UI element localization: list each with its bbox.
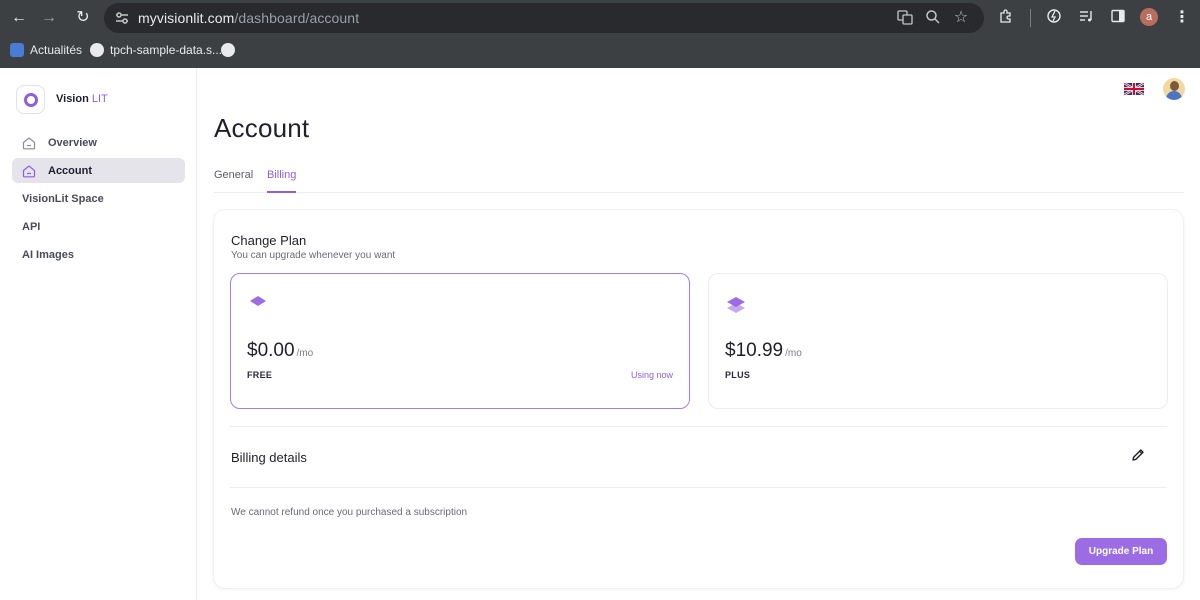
bookmark-label: tpch-sample-data.s... [110,43,223,57]
performance-icon[interactable] [1044,8,1064,28]
uk-flag-icon[interactable] [1124,83,1144,95]
globe-icon [221,43,235,57]
tab-bar: General Billing [214,164,1184,193]
home-icon [22,136,36,149]
app-name-main: Vision [56,93,89,105]
news-icon [10,43,24,57]
media-control-icon[interactable] [1076,8,1096,28]
sidebar-item-api[interactable]: API [12,214,185,239]
change-plan-title: Change Plan [231,233,307,248]
app-name-suffix: LIT [91,93,108,105]
bookmarks-bar: Actualités tpch-sample-data.s... [0,38,1200,62]
url-host: myvisionlit.com [138,10,235,26]
toolbar-separator [1030,9,1031,27]
bookmark-star-icon[interactable]: ☆ [952,9,970,27]
bookmark-label: Actualités [30,43,83,57]
app-name: Vision LIT [56,93,108,105]
url-path: /dashboard/account [234,10,360,26]
price-value: $10.99 [725,340,784,361]
browser-toolbar: ← → ↻ myvisionlit.com/dashboard/account … [0,0,1200,36]
billing-details-title: Billing details [231,450,307,465]
plan-price: $0.00/mo [247,340,313,362]
address-bar[interactable]: myvisionlit.com/dashboard/account ☆ [104,3,984,33]
url-text[interactable]: myvisionlit.com/dashboard/account [138,3,359,33]
plan-card-plus[interactable]: $10.99/mo PLUS [708,273,1168,409]
sidebar-item-label: AI Images [22,248,74,261]
menu-kebab-icon[interactable]: ⋮ [1172,8,1192,28]
bookmark-actualites[interactable]: Actualités [10,41,82,59]
avatar-head [1170,81,1179,91]
side-panel-icon[interactable] [1108,8,1128,28]
price-value: $0.00 [247,340,295,361]
plan-status-badge: Using now [630,370,673,380]
avatar-body [1166,91,1182,100]
forward-icon[interactable]: → [38,7,60,29]
tab-billing[interactable]: Billing [267,169,297,193]
sidebar-item-ai-images[interactable]: AI Images [12,242,185,267]
browser-chrome: ← → ↻ myvisionlit.com/dashboard/account … [0,0,1200,68]
upgrade-plan-button[interactable]: Upgrade Plan [1075,538,1167,565]
section-divider [230,426,1167,427]
single-layer-icon [250,296,266,306]
price-period: /mo [296,348,314,359]
sidebar-item-label: Account [48,164,92,177]
home-icon [22,164,36,177]
stacked-layers-icon [727,297,745,313]
refund-note: We cannot refund once you purchased a su… [231,507,468,518]
change-plan-subtitle: You can upgrade whenever you want [231,250,396,261]
zoom-icon[interactable] [924,9,942,27]
bookmark-tpch[interactable]: tpch-sample-data.s... [90,41,222,59]
profile-avatar[interactable]: a [1140,8,1158,26]
logo-ring-icon [24,93,38,107]
back-icon[interactable]: ← [8,7,30,29]
sidebar-item-label: VisionLit Space [22,192,104,205]
user-avatar[interactable] [1163,78,1185,100]
site-settings-icon[interactable] [114,10,130,26]
pencil-edit-icon[interactable] [1131,448,1145,462]
sidebar-item-visionlit-space[interactable]: VisionLit Space [12,186,185,211]
page-title: Account [214,113,310,143]
plan-card-free[interactable]: $0.00/mo FREE Using now [230,273,690,409]
sidebar-item-label: Overview [48,136,97,149]
app-logo[interactable] [16,85,45,114]
tab-general[interactable]: General [214,169,253,193]
price-period: /mo [785,348,802,359]
plan-name: FREE [247,370,273,380]
billing-card: Change Plan You can upgrade whenever you… [213,209,1184,589]
reload-icon[interactable]: ↻ [72,7,94,29]
plan-name: PLUS [725,370,751,380]
sidebar-item-account[interactable]: Account [12,158,185,183]
plan-price: $10.99/mo [725,340,802,362]
globe-icon [90,43,104,57]
bookmark-globe[interactable] [221,41,241,59]
section-divider [230,487,1167,488]
sidebar-item-overview[interactable]: Overview [12,130,185,155]
sidebar: Vision LIT Overview Account VisionLit Sp… [0,68,197,600]
extensions-icon[interactable] [996,8,1016,28]
sidebar-item-label: API [22,220,41,233]
translate-icon[interactable] [896,9,914,27]
